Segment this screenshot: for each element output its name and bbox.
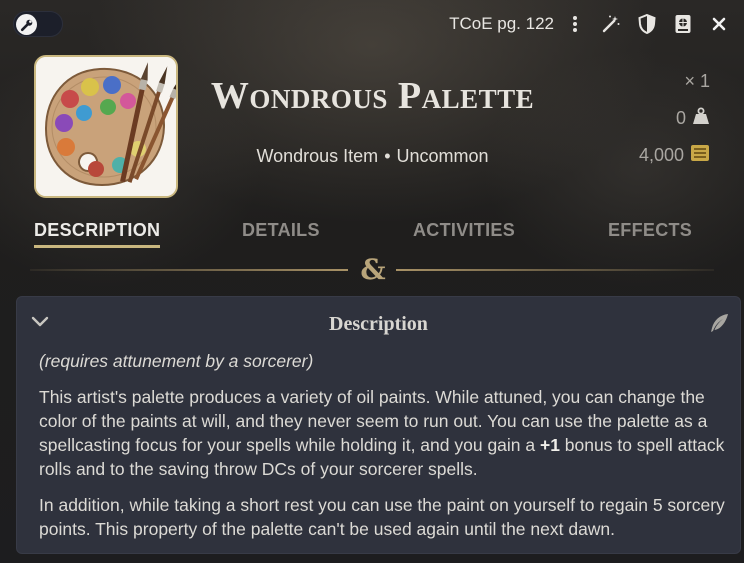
description-card: Description (requires attunement by a so…: [16, 296, 741, 554]
item-rarity: Uncommon: [396, 146, 489, 166]
tab-description[interactable]: Description: [34, 220, 161, 248]
bonus-value: +1: [539, 435, 560, 455]
paint-palette-image: [36, 57, 176, 196]
divider-line-right: [396, 269, 714, 271]
attunement-note: (requires attunement by a sorcerer): [39, 351, 314, 371]
item-type-rarity: Wondrous Item • Uncommon: [205, 146, 540, 167]
shield-icon[interactable]: [636, 13, 658, 35]
top-bar: TCoE pg. 122: [0, 0, 744, 50]
item-price[interactable]: 4,000: [639, 143, 710, 168]
item-quantity[interactable]: × 1: [684, 71, 710, 92]
tab-details[interactable]: Details: [242, 220, 320, 245]
description-paragraph-1: This artist's palette produces a variety…: [39, 385, 729, 481]
description-heading: Description: [329, 313, 428, 335]
weight-value: 0: [675, 108, 686, 128]
price-value: 4,000: [638, 145, 684, 165]
divider-line-left: [30, 269, 348, 271]
close-icon[interactable]: [708, 13, 730, 35]
mode-toggle[interactable]: [13, 11, 63, 37]
weight-icon: [692, 107, 710, 130]
separator-dot: •: [384, 146, 391, 166]
ampersand-ornament-icon: &: [360, 253, 386, 286]
tab-effects[interactable]: Effects: [608, 220, 692, 245]
description-paragraph-2: In addition, while taking a short rest y…: [39, 495, 725, 539]
coin-stack-icon: [690, 143, 710, 168]
item-portrait[interactable]: [34, 55, 178, 198]
item-weight[interactable]: 0: [676, 107, 710, 130]
source-reference[interactable]: TCoE pg. 122: [449, 14, 554, 34]
tab-activities[interactable]: Activities: [413, 220, 515, 245]
quill-edit-icon[interactable]: [708, 312, 730, 334]
tab-bar: Description Details Activities Effects: [0, 220, 744, 254]
item-type: Wondrous Item: [256, 146, 379, 166]
wrench-icon: [16, 14, 37, 35]
description-card-header[interactable]: Description: [17, 297, 740, 349]
quantity-value: × 1: [684, 71, 710, 91]
description-body: (requires attunement by a sorcerer) This…: [39, 349, 729, 553]
section-divider: &: [30, 253, 714, 286]
item-name[interactable]: Wondrous Palette: [205, 74, 540, 118]
vertical-ellipsis-icon[interactable]: [564, 13, 586, 35]
magic-wand-icon[interactable]: [600, 13, 622, 35]
book-icon[interactable]: [672, 13, 694, 35]
